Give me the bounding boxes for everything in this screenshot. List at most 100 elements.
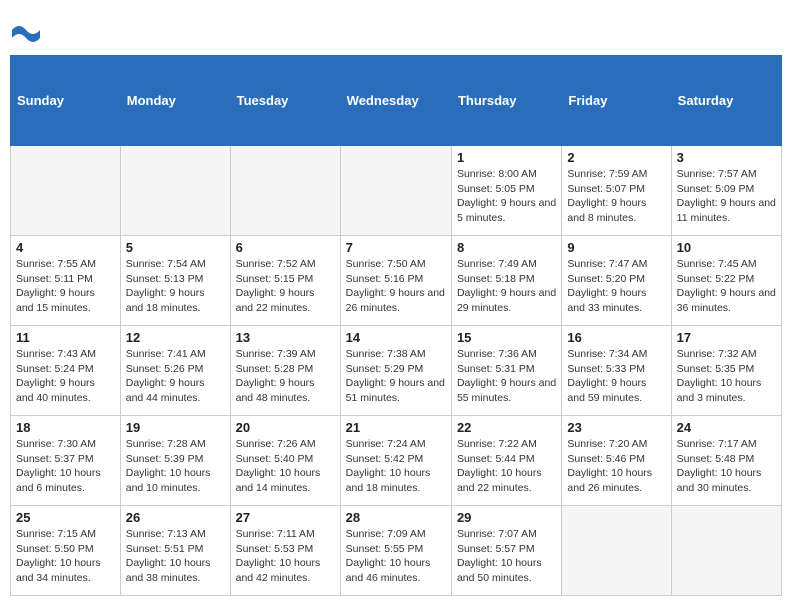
day-number: 11	[16, 330, 115, 345]
day-header-thursday: Thursday	[451, 56, 561, 146]
day-info: Sunrise: 7:17 AM Sunset: 5:48 PM Dayligh…	[677, 437, 776, 496]
day-info: Sunrise: 7:55 AM Sunset: 5:11 PM Dayligh…	[16, 257, 115, 316]
day-info: Sunrise: 7:36 AM Sunset: 5:31 PM Dayligh…	[457, 347, 556, 406]
day-info: Sunrise: 7:07 AM Sunset: 5:57 PM Dayligh…	[457, 527, 556, 586]
day-number: 8	[457, 240, 556, 255]
calendar-cell: 11 Sunrise: 7:43 AM Sunset: 5:24 PM Dayli…	[11, 326, 121, 416]
day-number: 27	[236, 510, 335, 525]
day-info: Sunrise: 7:50 AM Sunset: 5:16 PM Dayligh…	[346, 257, 446, 316]
calendar-cell: 3Sunrise: 7:57 AM Sunset: 5:09 PM Daylig…	[671, 146, 781, 236]
calendar-cell: 29 Sunrise: 7:07 AM Sunset: 5:57 PM Dayli…	[451, 506, 561, 596]
day-number: 7	[346, 240, 446, 255]
calendar-cell: 12 Sunrise: 7:41 AM Sunset: 5:26 PM Dayli…	[120, 326, 230, 416]
calendar-cell: 17Sunrise: 7:32 AM Sunset: 5:35 PM Dayli…	[671, 326, 781, 416]
day-info: Sunrise: 7:24 AM Sunset: 5:42 PM Dayligh…	[346, 437, 446, 496]
calendar-cell	[340, 146, 451, 236]
day-info: Sunrise: 7:59 AM Sunset: 5:07 PM Dayligh…	[567, 167, 665, 226]
day-number: 21	[346, 420, 446, 435]
day-info: Sunrise: 7:09 AM Sunset: 5:55 PM Dayligh…	[346, 527, 446, 586]
day-number: 19	[126, 420, 225, 435]
calendar-cell: 28 Sunrise: 7:09 AM Sunset: 5:55 PM Dayli…	[340, 506, 451, 596]
day-info: Sunrise: 7:30 AM Sunset: 5:37 PM Dayligh…	[16, 437, 115, 496]
calendar-cell: 24 Sunrise: 7:17 AM Sunset: 5:48 PM Dayli…	[671, 416, 781, 506]
day-number: 28	[346, 510, 446, 525]
day-info: Sunrise: 7:38 AM Sunset: 5:29 PM Dayligh…	[346, 347, 446, 406]
day-header-monday: Monday	[120, 56, 230, 146]
calendar-cell: 7 Sunrise: 7:50 AM Sunset: 5:16 PM Daylig…	[340, 236, 451, 326]
day-number: 16	[567, 330, 665, 345]
day-number: 12	[126, 330, 225, 345]
calendar-cell	[120, 146, 230, 236]
day-number: 4	[16, 240, 115, 255]
day-number: 29	[457, 510, 556, 525]
calendar-header-row: SundayMondayTuesdayWednesdayThursdayFrid…	[11, 56, 782, 146]
calendar-cell: 1 Sunrise: 8:00 AM Sunset: 5:05 PM Daylig…	[451, 146, 561, 236]
day-info: Sunrise: 7:13 AM Sunset: 5:51 PM Dayligh…	[126, 527, 225, 586]
day-info: Sunrise: 7:15 AM Sunset: 5:50 PM Dayligh…	[16, 527, 115, 586]
day-header-sunday: Sunday	[11, 56, 121, 146]
day-number: 18	[16, 420, 115, 435]
day-info: Sunrise: 7:39 AM Sunset: 5:28 PM Dayligh…	[236, 347, 335, 406]
logo	[10, 16, 40, 49]
day-number: 25	[16, 510, 115, 525]
day-number: 1	[457, 150, 556, 165]
day-number: 6	[236, 240, 335, 255]
calendar-cell: 10Sunrise: 7:45 AM Sunset: 5:22 PM Dayli…	[671, 236, 781, 326]
day-number: 9	[567, 240, 665, 255]
day-info: Sunrise: 8:00 AM Sunset: 5:05 PM Dayligh…	[457, 167, 556, 226]
day-info: Sunrise: 7:26 AM Sunset: 5:40 PM Dayligh…	[236, 437, 335, 496]
day-info: Sunrise: 7:52 AM Sunset: 5:15 PM Dayligh…	[236, 257, 335, 316]
day-info: Sunrise: 7:41 AM Sunset: 5:26 PM Dayligh…	[126, 347, 225, 406]
day-header-wednesday: Wednesday	[340, 56, 451, 146]
calendar-cell: 14 Sunrise: 7:38 AM Sunset: 5:29 PM Dayli…	[340, 326, 451, 416]
calendar-cell: 9 Sunrise: 7:47 AM Sunset: 5:20 PM Daylig…	[562, 236, 671, 326]
calendar-cell: 8 Sunrise: 7:49 AM Sunset: 5:18 PM Daylig…	[451, 236, 561, 326]
calendar-cell: 21 Sunrise: 7:24 AM Sunset: 5:42 PM Dayli…	[340, 416, 451, 506]
day-header-tuesday: Tuesday	[230, 56, 340, 146]
calendar-cell: 25 Sunrise: 7:15 AM Sunset: 5:50 PM Dayli…	[11, 506, 121, 596]
day-number: 5	[126, 240, 225, 255]
day-header-saturday: Saturday	[671, 56, 781, 146]
logo-icon	[12, 16, 40, 44]
calendar-cell: 26 Sunrise: 7:13 AM Sunset: 5:51 PM Dayli…	[120, 506, 230, 596]
day-number: 24	[677, 420, 776, 435]
day-number: 3	[677, 150, 776, 165]
calendar-week-row: 18 Sunrise: 7:30 AM Sunset: 5:37 PM Dayli…	[11, 416, 782, 506]
calendar-cell: 27Sunrise: 7:11 AM Sunset: 5:53 PM Dayli…	[230, 506, 340, 596]
calendar-table: SundayMondayTuesdayWednesdayThursdayFrid…	[10, 55, 782, 596]
calendar-cell	[11, 146, 121, 236]
calendar-cell: 15 Sunrise: 7:36 AM Sunset: 5:31 PM Dayli…	[451, 326, 561, 416]
calendar-cell: 5 Sunrise: 7:54 AM Sunset: 5:13 PM Daylig…	[120, 236, 230, 326]
page-header	[10, 10, 782, 49]
day-number: 14	[346, 330, 446, 345]
calendar-week-row: 4 Sunrise: 7:55 AM Sunset: 5:11 PM Daylig…	[11, 236, 782, 326]
calendar-week-row: 11 Sunrise: 7:43 AM Sunset: 5:24 PM Dayli…	[11, 326, 782, 416]
calendar-cell: 2 Sunrise: 7:59 AM Sunset: 5:07 PM Daylig…	[562, 146, 671, 236]
day-number: 22	[457, 420, 556, 435]
day-info: Sunrise: 7:34 AM Sunset: 5:33 PM Dayligh…	[567, 347, 665, 406]
calendar-cell: 16 Sunrise: 7:34 AM Sunset: 5:33 PM Dayli…	[562, 326, 671, 416]
calendar-cell: 6 Sunrise: 7:52 AM Sunset: 5:15 PM Daylig…	[230, 236, 340, 326]
calendar-cell: 4 Sunrise: 7:55 AM Sunset: 5:11 PM Daylig…	[11, 236, 121, 326]
day-number: 15	[457, 330, 556, 345]
day-info: Sunrise: 7:28 AM Sunset: 5:39 PM Dayligh…	[126, 437, 225, 496]
day-info: Sunrise: 7:20 AM Sunset: 5:46 PM Dayligh…	[567, 437, 665, 496]
day-info: Sunrise: 7:49 AM Sunset: 5:18 PM Dayligh…	[457, 257, 556, 316]
calendar-cell	[562, 506, 671, 596]
day-info: Sunrise: 7:32 AM Sunset: 5:35 PM Dayligh…	[677, 347, 776, 406]
day-info: Sunrise: 7:47 AM Sunset: 5:20 PM Dayligh…	[567, 257, 665, 316]
calendar-cell: 18 Sunrise: 7:30 AM Sunset: 5:37 PM Dayli…	[11, 416, 121, 506]
calendar-week-row: 25 Sunrise: 7:15 AM Sunset: 5:50 PM Dayli…	[11, 506, 782, 596]
day-info: Sunrise: 7:45 AM Sunset: 5:22 PM Dayligh…	[677, 257, 776, 316]
day-number: 2	[567, 150, 665, 165]
calendar-cell: 23 Sunrise: 7:20 AM Sunset: 5:46 PM Dayli…	[562, 416, 671, 506]
calendar-cell: 20 Sunrise: 7:26 AM Sunset: 5:40 PM Dayli…	[230, 416, 340, 506]
day-number: 23	[567, 420, 665, 435]
day-info: Sunrise: 7:54 AM Sunset: 5:13 PM Dayligh…	[126, 257, 225, 316]
day-number: 13	[236, 330, 335, 345]
calendar-cell	[230, 146, 340, 236]
calendar-cell: 22Sunrise: 7:22 AM Sunset: 5:44 PM Dayli…	[451, 416, 561, 506]
day-number: 20	[236, 420, 335, 435]
day-info: Sunrise: 7:43 AM Sunset: 5:24 PM Dayligh…	[16, 347, 115, 406]
day-number: 26	[126, 510, 225, 525]
